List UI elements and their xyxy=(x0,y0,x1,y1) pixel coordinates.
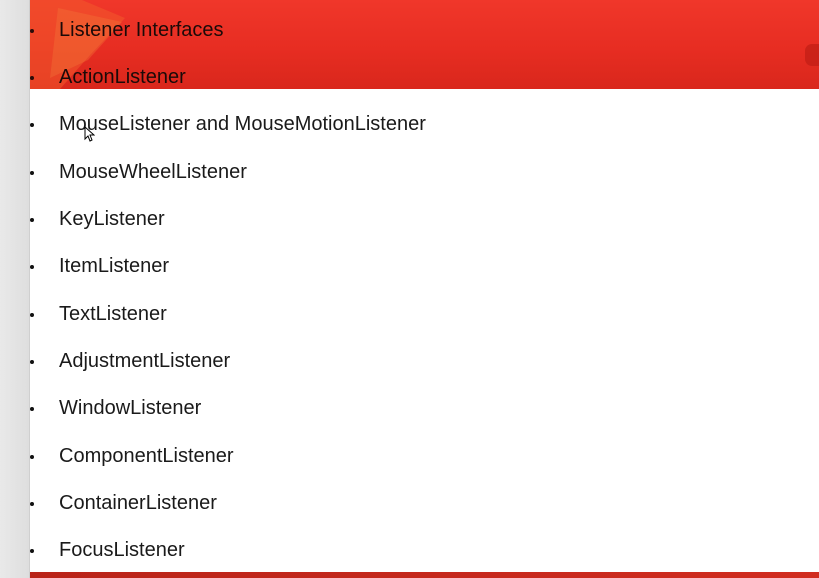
bullet-dot xyxy=(30,455,34,459)
list-item: AdjustmentListener xyxy=(30,346,790,376)
mouse-pointer-icon xyxy=(84,126,95,142)
bullet-text: KeyListener xyxy=(59,208,165,230)
bullet-text: WindowListener xyxy=(59,397,202,419)
bullet-dot xyxy=(30,76,34,80)
list-item: WindowListener xyxy=(30,393,790,423)
bullet-text: TextListener xyxy=(59,303,167,325)
bullet-text: MouseWheelListener xyxy=(59,161,247,183)
bullet-dot xyxy=(30,29,34,33)
bullet-dot xyxy=(30,407,34,411)
bullet-text: MouseListener and MouseMotionListener xyxy=(59,113,426,135)
list-item: KeyListener xyxy=(30,204,790,234)
editor-left-gutter xyxy=(0,0,30,578)
slide-canvas: Listener Interfaces ActionListener Mouse… xyxy=(30,0,819,578)
bullet-dot xyxy=(30,502,34,506)
list-item: ActionListener xyxy=(30,62,790,92)
bullet-dot xyxy=(30,360,34,364)
bullet-dot xyxy=(30,171,34,175)
bullet-dot xyxy=(30,218,34,222)
bullet-dot xyxy=(30,123,34,127)
list-item: ContainerListener xyxy=(30,488,790,518)
list-item: TextListener xyxy=(30,299,790,329)
list-item: FocusListener xyxy=(30,535,790,565)
bullet-text: ItemListener xyxy=(59,255,170,277)
list-item: MouseListener and MouseMotionListener xyxy=(30,109,790,139)
bullet-dot xyxy=(30,313,34,317)
bullet-text: ActionListener xyxy=(59,66,186,88)
list-item: ComponentListener xyxy=(30,441,790,471)
list-item: Listener Interfaces xyxy=(30,15,790,45)
bullet-text: ComponentListener xyxy=(59,445,234,467)
bullet-text: FocusListener xyxy=(59,539,185,561)
slide-footer-band xyxy=(30,572,819,578)
bullet-dot xyxy=(30,549,34,553)
list-item: MouseWheelListener xyxy=(30,157,790,187)
list-item: ItemListener xyxy=(30,251,790,281)
bullet-text: ContainerListener xyxy=(59,492,217,514)
bullet-text: AdjustmentListener xyxy=(59,350,231,372)
bullet-dot xyxy=(30,265,34,269)
bullet-text: Listener Interfaces xyxy=(59,19,224,41)
decorative-right-accent xyxy=(805,44,819,66)
